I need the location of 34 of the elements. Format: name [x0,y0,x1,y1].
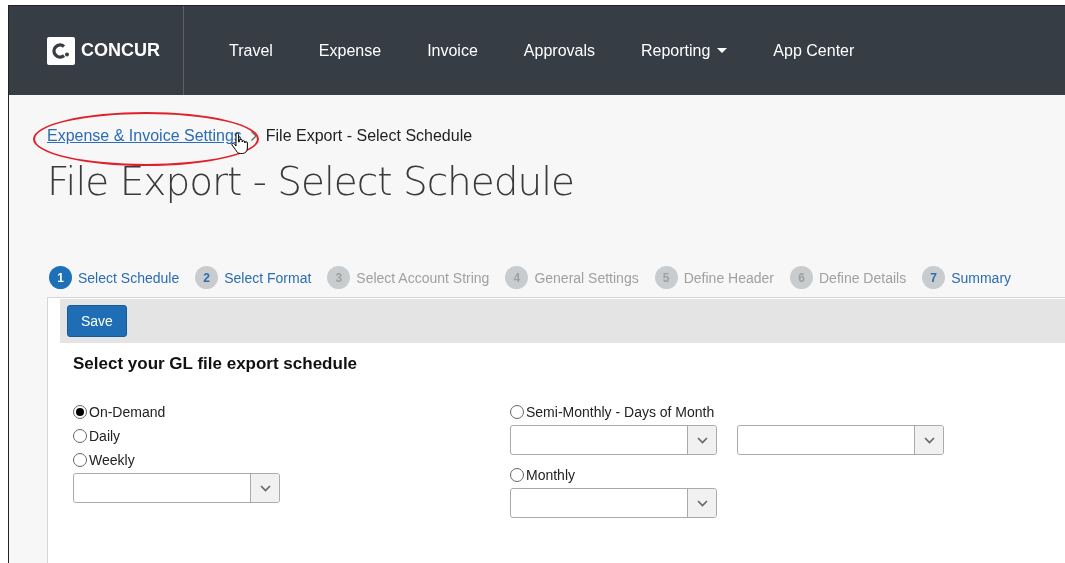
logo-text: CONCUR [81,40,160,61]
wizard-step[interactable]: 1 Select Schedule [49,266,180,289]
save-button[interactable]: Save [67,305,127,337]
radio-label: On-Demand [89,404,166,420]
radio-label: Semi-Monthly - Days of Month [526,404,715,420]
radio-label: Daily [89,428,121,444]
nav-menu-item[interactable]: App Center [750,41,878,60]
logo-icon [47,36,75,65]
wizard-step[interactable]: 7 Summary [922,266,1012,289]
radio-button[interactable] [73,429,87,443]
chevron-down-icon [923,436,935,444]
dropdown-field[interactable] [510,425,717,455]
nav-menu-item[interactable]: Expense [295,41,405,60]
chevron-down-icon [696,499,708,507]
nav-menu-item[interactable]: Invoice [404,41,501,60]
radio-button[interactable] [510,468,524,482]
radio-label: Monthly [526,467,576,483]
form-heading: Select your GL file export schedule [73,354,359,374]
radio-label: Weekly [89,452,135,468]
nav-menu-item[interactable]: Reporting [618,41,751,60]
dropdown-field[interactable] [510,488,717,518]
nav-menu-item[interactable]: Travel [206,41,296,60]
dropdown-field[interactable] [73,473,280,503]
radio-button[interactable] [73,453,87,467]
radio-button[interactable] [510,405,524,419]
radio-button[interactable] [73,405,87,419]
breadcrumb-current: File Export - Select Schedule [265,127,473,145]
chevron-down-icon [696,436,708,444]
breadcrumb-link[interactable]: Expense & Invoice Settings [47,127,242,145]
page-title: File Export - Select Schedule [47,159,576,204]
nav-menu-item[interactable]: Approvals [500,41,618,60]
wizard-step[interactable]: 2 Select Format [195,266,312,289]
chevron-down-icon [259,484,271,492]
dropdown-field[interactable] [737,425,944,455]
